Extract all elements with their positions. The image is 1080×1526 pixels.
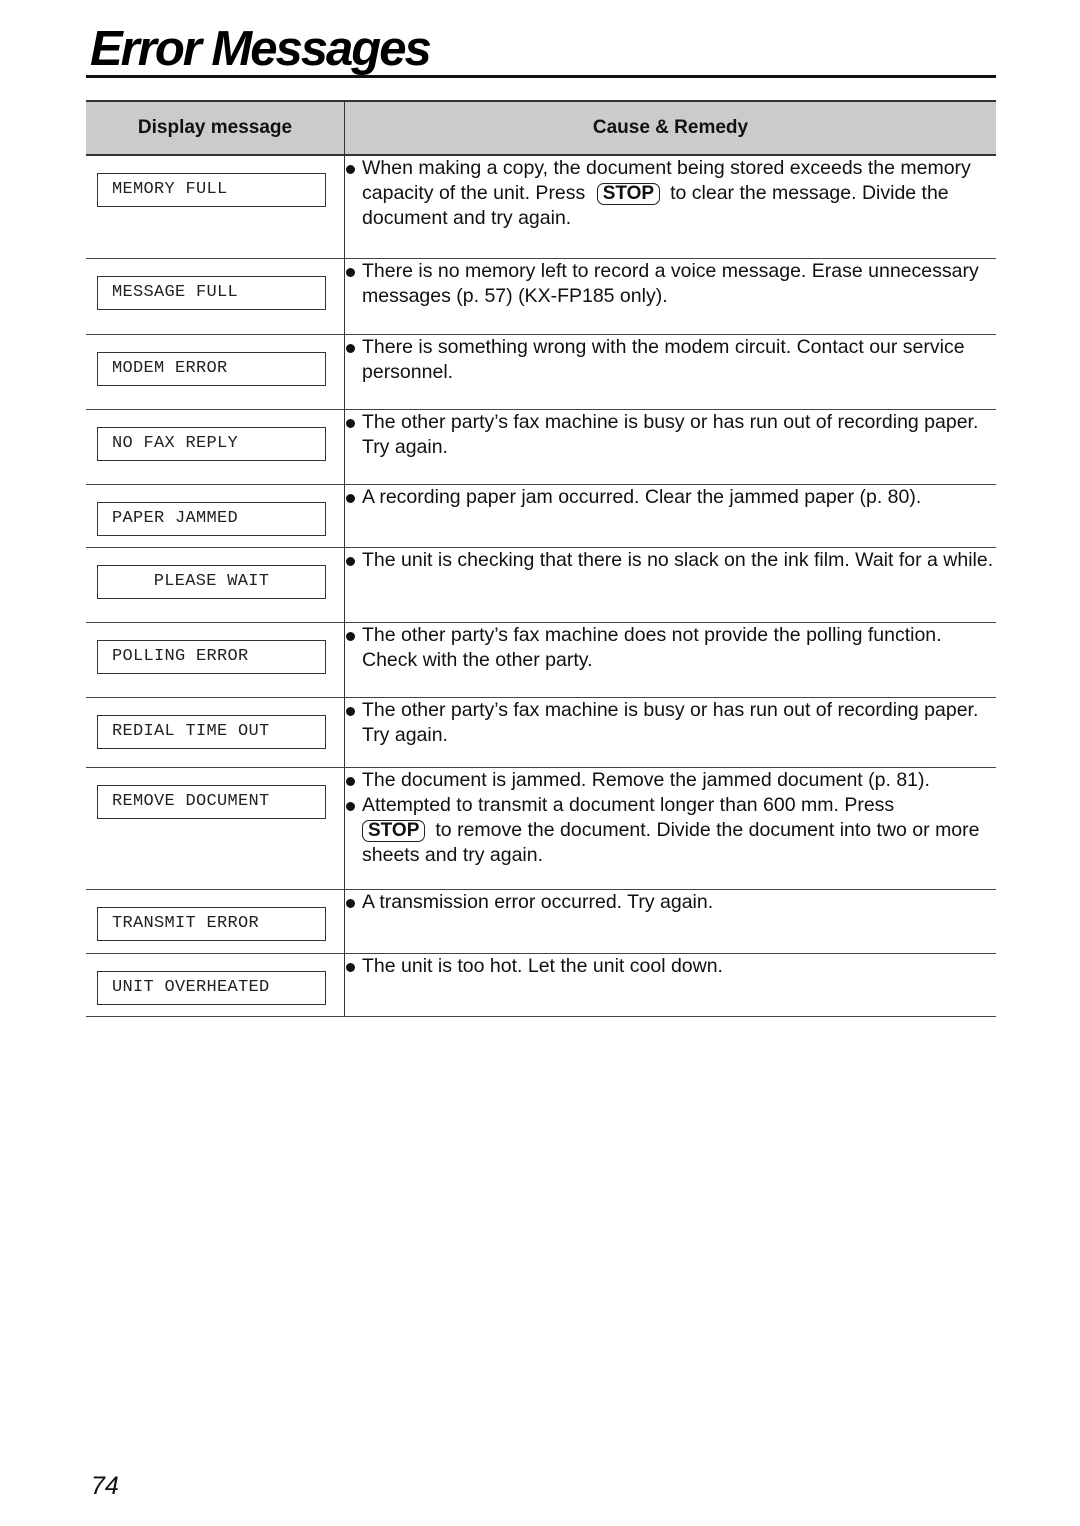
remedy-item: A recording paper jam occurred. Clear th… — [345, 485, 996, 510]
table-row: MODEM ERROR There is something wrong wit… — [86, 334, 996, 410]
bullet-icon — [346, 898, 355, 908]
remedy-item: Attempted to transmit a document longer … — [345, 793, 996, 868]
lcd-display-message: REMOVE DOCUMENT — [97, 784, 326, 819]
table-row: PLEASE WAIT The unit is checking that th… — [86, 547, 996, 623]
remedy-item: The document is jammed. Remove the jamme… — [345, 768, 996, 793]
table-row: REDIAL TIME OUT The other party’s fax ma… — [86, 697, 996, 768]
table-header-row: Display message Cause & Remedy — [86, 100, 996, 156]
lcd-display-message: UNIT OVERHEATED — [97, 970, 326, 1005]
bullet-icon — [346, 493, 355, 503]
lcd-display-message: REDIAL TIME OUT — [97, 714, 326, 749]
stop-key-icon: STOP — [362, 819, 426, 842]
remedy-item: The other party’s fax machine is busy or… — [345, 410, 996, 460]
table-row: REMOVE DOCUMENT The document is jammed. … — [86, 767, 996, 890]
table-row: MESSAGE FULL There is no memory left to … — [86, 258, 996, 335]
cause-remedy-cell: The other party’s fax machine is busy or… — [344, 409, 996, 485]
header-display-message: Display message — [86, 100, 345, 156]
bullet-icon — [346, 801, 355, 811]
cause-remedy-cell: When making a copy, the document being s… — [344, 155, 996, 259]
lcd-display-message: PAPER JAMMED — [97, 501, 326, 536]
lcd-display-message: TRANSMIT ERROR — [97, 906, 326, 941]
lcd-display-message: PLEASE WAIT — [97, 564, 326, 599]
cause-remedy-cell: The document is jammed. Remove the jamme… — [344, 767, 996, 890]
lcd-display-message: MODEM ERROR — [97, 351, 326, 386]
remedy-item: The unit is too hot. Let the unit cool d… — [345, 954, 996, 979]
page-title: Error Messages — [90, 22, 432, 76]
header-cause-remedy: Cause & Remedy — [344, 100, 996, 156]
lcd-display-message: MESSAGE FULL — [97, 275, 326, 310]
table-row: NO FAX REPLY The other party’s fax machi… — [86, 409, 996, 485]
table-row: UNIT OVERHEATED The unit is too hot. Let… — [86, 953, 996, 1017]
lcd-display-message: MEMORY FULL — [97, 173, 326, 207]
table-row: TRANSMIT ERROR A transmission error occu… — [86, 889, 996, 954]
lcd-display-message: POLLING ERROR — [97, 639, 326, 674]
cause-remedy-cell: There is something wrong with the modem … — [344, 334, 996, 410]
cause-remedy-cell: The unit is checking that there is no sl… — [344, 547, 996, 623]
remedy-item: When making a copy, the document being s… — [345, 156, 996, 231]
bullet-icon — [346, 556, 355, 566]
cause-remedy-cell: The other party’s fax machine is busy or… — [344, 697, 996, 768]
remedy-item: A transmission error occurred. Try again… — [345, 890, 996, 915]
bullet-icon — [346, 776, 355, 786]
stop-key-icon: STOP — [596, 183, 661, 205]
cause-remedy-cell: A recording paper jam occurred. Clear th… — [344, 484, 996, 548]
bullet-icon — [346, 962, 355, 972]
title-divider — [86, 75, 996, 78]
remedy-item: There is no memory left to record a voic… — [345, 259, 996, 309]
error-messages-table: Display message Cause & Remedy MEMORY FU… — [86, 100, 996, 1017]
remedy-item: The other party’s fax machine does not p… — [345, 623, 996, 673]
cause-remedy-cell: A transmission error occurred. Try again… — [344, 889, 996, 954]
remedy-item: The unit is checking that there is no sl… — [345, 548, 996, 573]
bullet-icon — [346, 631, 355, 641]
bullet-icon — [346, 343, 355, 353]
cause-remedy-cell: The other party’s fax machine does not p… — [344, 622, 996, 698]
bullet-icon — [346, 706, 355, 716]
bullet-icon — [346, 418, 355, 428]
remedy-item: The other party’s fax machine is busy or… — [345, 698, 996, 748]
bullet-icon — [346, 267, 355, 277]
lcd-display-message: NO FAX REPLY — [97, 426, 326, 461]
table-row: POLLING ERROR The other party’s fax mach… — [86, 622, 996, 698]
table-row: MEMORY FULL When making a copy, the docu… — [86, 155, 996, 259]
table-row: PAPER JAMMED A recording paper jam occur… — [86, 484, 996, 548]
cause-remedy-cell: There is no memory left to record a voic… — [344, 258, 996, 335]
remedy-item: There is something wrong with the modem … — [345, 335, 996, 385]
page-number: 74 — [91, 1472, 119, 1500]
cause-remedy-cell: The unit is too hot. Let the unit cool d… — [344, 953, 996, 1017]
bullet-icon — [346, 165, 355, 174]
